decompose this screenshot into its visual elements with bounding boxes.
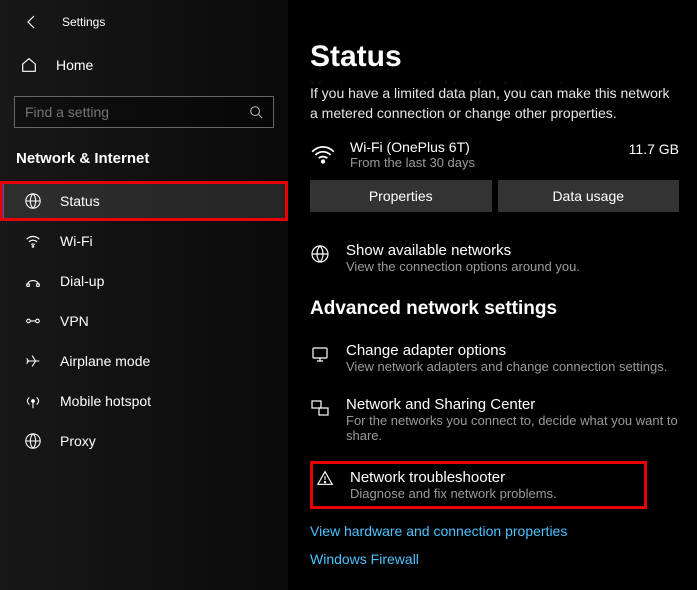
home-row[interactable]: Home <box>0 46 288 84</box>
nav-hotspot[interactable]: Mobile hotspot <box>0 381 288 421</box>
globe-icon <box>24 432 42 450</box>
show-networks-sub: View the connection options around you. <box>346 259 580 274</box>
hotspot-icon <box>24 392 42 410</box>
nav-dialup[interactable]: Dial-up <box>0 261 288 301</box>
adapter-title: Change adapter options <box>346 342 667 359</box>
dialup-icon <box>24 272 42 290</box>
wifi-usage: 11.7 GB <box>629 139 679 157</box>
main-content: Status You're connected to the Internet … <box>288 0 697 590</box>
datausage-button[interactable]: Data usage <box>498 180 680 212</box>
nav-vpn[interactable]: VPN <box>0 301 288 341</box>
globe-icon <box>24 192 42 210</box>
wifi-name: Wi-Fi (OnePlus 6T) <box>350 139 615 155</box>
nav-hotspot-label: Mobile hotspot <box>60 393 151 409</box>
home-label: Home <box>56 57 93 73</box>
description: If you have a limited data plan, you can… <box>310 84 679 123</box>
search-input[interactable] <box>25 104 227 120</box>
wifi-icon <box>24 232 42 250</box>
airplane-icon <box>24 352 42 370</box>
settings-sidebar: Settings Home Network & Internet Status <box>0 0 288 590</box>
nav-vpn-label: VPN <box>60 313 89 329</box>
nav-status-label: Status <box>60 193 100 209</box>
sharing-title: Network and Sharing Center <box>346 396 679 413</box>
monitor-icon <box>310 342 330 364</box>
search-icon <box>249 105 263 119</box>
wifi-status-row: Wi-Fi (OnePlus 6T) From the last 30 days… <box>310 139 679 170</box>
troubleshooter-row[interactable]: Network troubleshooter Diagnose and fix … <box>310 461 647 509</box>
link-hardware[interactable]: View hardware and connection properties <box>310 523 679 539</box>
nav-dialup-label: Dial-up <box>60 273 104 289</box>
back-icon[interactable] <box>24 14 40 30</box>
show-networks-title: Show available networks <box>346 242 580 259</box>
adapter-row[interactable]: Change adapter options View network adap… <box>310 338 679 378</box>
sharing-row[interactable]: Network and Sharing Center For the netwo… <box>310 392 679 447</box>
properties-button[interactable]: Properties <box>310 180 492 212</box>
nav-airplane[interactable]: Airplane mode <box>0 341 288 381</box>
link-firewall[interactable]: Windows Firewall <box>310 551 679 567</box>
home-icon <box>20 56 38 74</box>
wifi-icon <box>310 142 336 168</box>
nav-proxy-label: Proxy <box>60 433 96 449</box>
page-title: Status <box>310 40 679 74</box>
globe-icon <box>310 242 330 264</box>
nav-status[interactable]: Status <box>0 181 288 221</box>
wifi-sub: From the last 30 days <box>350 155 615 170</box>
sharing-icon <box>310 396 330 418</box>
nav-proxy[interactable]: Proxy <box>0 421 288 461</box>
settings-title: Settings <box>62 15 105 29</box>
section-title: Network & Internet <box>0 150 288 181</box>
nav-wifi[interactable]: Wi-Fi <box>0 221 288 261</box>
nav-airplane-label: Airplane mode <box>60 353 150 369</box>
nav-wifi-label: Wi-Fi <box>60 233 93 249</box>
troubleshooter-title: Network troubleshooter <box>350 469 557 486</box>
adapter-sub: View network adapters and change connect… <box>346 359 667 374</box>
show-networks-row[interactable]: Show available networks View the connect… <box>310 242 679 274</box>
advanced-header: Advanced network settings <box>310 298 679 320</box>
warning-icon <box>316 469 334 487</box>
vpn-icon <box>24 312 42 330</box>
sharing-sub: For the networks you connect to, decide … <box>346 413 679 443</box>
troubleshooter-sub: Diagnose and fix network problems. <box>350 486 557 501</box>
search-box[interactable] <box>14 96 274 128</box>
